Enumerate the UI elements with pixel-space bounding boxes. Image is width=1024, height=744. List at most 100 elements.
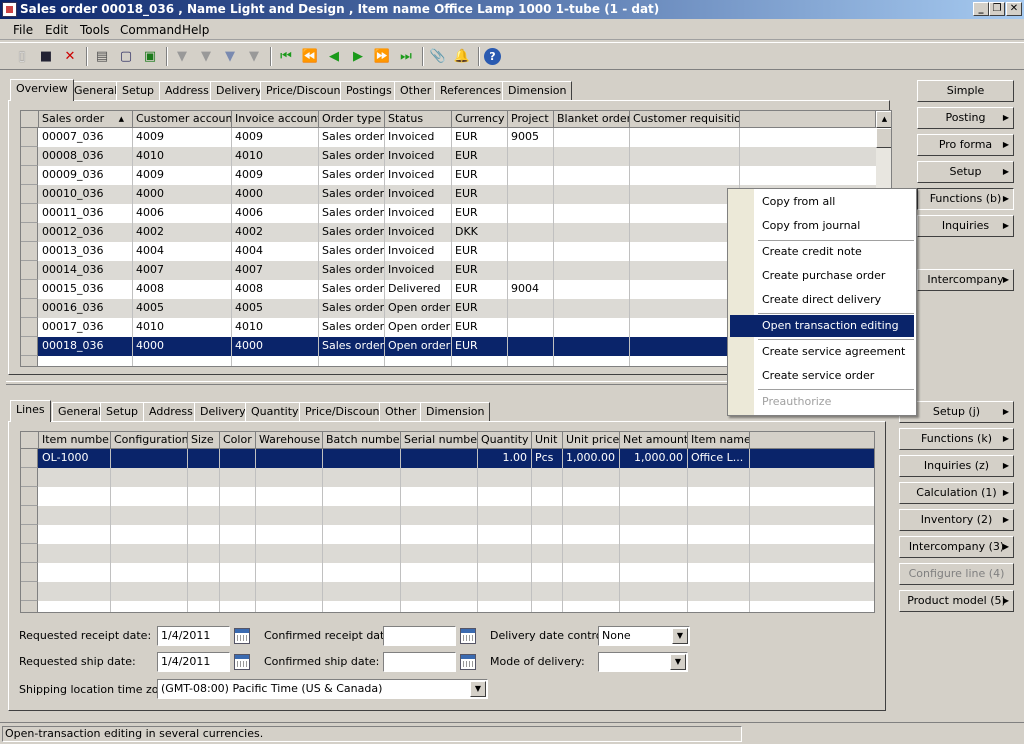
table-row[interactable]: 00007_036 4009 4009 Sales order Invoiced EUR 9… — [21, 128, 876, 147]
save-icon[interactable]: ■ — [36, 46, 56, 67]
menu-edit[interactable]: Edit — [45, 23, 68, 37]
title-bar[interactable]: Sales order 00018_036 , Name Light and D… — [0, 0, 1024, 19]
table-cell[interactable] — [256, 544, 323, 563]
table-cell[interactable] — [401, 487, 478, 506]
row-selector[interactable] — [21, 261, 38, 280]
table-cell[interactable] — [39, 525, 111, 544]
alert-icon[interactable]: 🔔 — [452, 46, 472, 67]
table-cell[interactable] — [188, 525, 220, 544]
scroll-up-button[interactable]: ▲ — [876, 111, 891, 128]
table-cell[interactable] — [478, 601, 532, 612]
calendar-icon[interactable] — [234, 628, 250, 644]
table-cell[interactable] — [39, 506, 111, 525]
table-cell[interactable]: Sales order — [319, 242, 385, 261]
table-cell[interactable] — [554, 223, 630, 242]
table-cell[interactable] — [220, 506, 256, 525]
tab-line-delivery[interactable]: Delivery — [194, 402, 252, 421]
row-selector[interactable] — [21, 601, 38, 612]
table-cell[interactable] — [563, 601, 620, 612]
new-icon[interactable]: ▯ — [12, 46, 32, 67]
table-cell[interactable] — [111, 563, 188, 582]
tab-line-other[interactable]: Other — [379, 402, 423, 421]
table-cell[interactable] — [401, 468, 478, 487]
product-model-button[interactable]: Product model (5) ▶ — [899, 590, 1014, 612]
column-header-size[interactable]: Size — [188, 432, 220, 449]
table-cell[interactable] — [323, 544, 401, 563]
column-header-unit-price[interactable]: Unit price — [563, 432, 620, 449]
table-cell[interactable] — [630, 280, 740, 299]
column-header-currency[interactable]: Currency — [452, 111, 508, 128]
table-cell[interactable]: Sales order — [319, 337, 385, 356]
tab-references[interactable]: References — [434, 81, 508, 100]
row-selector[interactable] — [21, 242, 38, 261]
table-cell[interactable] — [401, 525, 478, 544]
tab-line-address[interactable]: Address — [143, 402, 199, 421]
table-cell[interactable]: 00016_036 — [39, 299, 133, 318]
table-cell[interactable] — [620, 468, 688, 487]
table-cell[interactable]: 4002 — [133, 223, 232, 242]
table-cell[interactable]: Invoiced — [385, 242, 452, 261]
table-cell[interactable] — [620, 506, 688, 525]
menu-file[interactable]: File — [13, 23, 33, 37]
column-header-unit[interactable]: Unit — [532, 432, 563, 449]
table-cell[interactable] — [323, 487, 401, 506]
table-cell[interactable]: Sales order — [319, 128, 385, 147]
column-header-net-amount[interactable]: Net amount — [620, 432, 688, 449]
table-cell[interactable]: 4006 — [232, 204, 319, 223]
chevron-down-icon[interactable]: ▼ — [470, 681, 486, 697]
table-cell[interactable]: Sales order — [319, 318, 385, 337]
table-cell[interactable]: 9005 — [508, 128, 554, 147]
table-row[interactable] — [21, 544, 874, 563]
table-cell[interactable] — [111, 544, 188, 563]
table-cell[interactable] — [630, 242, 740, 261]
table-cell[interactable]: 4005 — [133, 299, 232, 318]
table-cell[interactable] — [630, 166, 740, 185]
table-cell[interactable] — [532, 582, 563, 601]
table-cell[interactable] — [39, 563, 111, 582]
chevron-down-icon[interactable]: ▼ — [670, 654, 686, 670]
table-cell[interactable] — [532, 487, 563, 506]
table-cell[interactable]: Open order — [385, 299, 452, 318]
table-cell[interactable]: 4009 — [232, 128, 319, 147]
table-row[interactable]: 00008_036 4010 4010 Sales order Invoiced EUR — [21, 147, 876, 166]
scroll-thumb[interactable] — [876, 128, 891, 148]
table-cell[interactable]: Sales order — [319, 261, 385, 280]
table-cell[interactable]: Sales order — [319, 185, 385, 204]
column-header-color[interactable]: Color — [220, 432, 256, 449]
table-cell[interactable] — [688, 544, 750, 563]
tab-dimension[interactable]: Dimension — [502, 81, 573, 100]
table-cell[interactable] — [532, 601, 563, 612]
column-header-quantity[interactable]: Quantity — [478, 432, 532, 449]
table-cell[interactable] — [563, 468, 620, 487]
table-cell[interactable] — [508, 185, 554, 204]
tab-setup[interactable]: Setup — [116, 81, 161, 100]
table-cell[interactable] — [563, 544, 620, 563]
table-cell[interactable] — [508, 261, 554, 280]
menu-item-copy-from-all[interactable]: Copy from all — [730, 191, 914, 213]
table-row[interactable] — [21, 601, 874, 612]
table-cell[interactable]: EUR — [452, 166, 508, 185]
next-page-icon[interactable]: ⏩ — [372, 46, 392, 67]
table-cell[interactable]: 4010 — [133, 318, 232, 337]
table-cell[interactable] — [508, 299, 554, 318]
table-cell[interactable] — [563, 563, 620, 582]
calendar-icon[interactable] — [460, 654, 476, 670]
table-cell[interactable] — [478, 506, 532, 525]
column-header-item-number[interactable]: Item number — [39, 432, 111, 449]
table-cell[interactable] — [630, 147, 740, 166]
print-icon[interactable]: ▤ — [92, 46, 112, 67]
table-cell[interactable]: 00010_036 — [39, 185, 133, 204]
advanced-filter-icon[interactable]: ▼ — [220, 46, 240, 67]
table-cell[interactable] — [323, 601, 401, 612]
table-cell[interactable] — [111, 525, 188, 544]
table-cell[interactable] — [256, 468, 323, 487]
help-icon[interactable]: ? — [484, 48, 501, 65]
menu-item-preauthorize[interactable]: Preauthorize — [730, 391, 914, 413]
filter-icon[interactable]: ▼ — [172, 46, 192, 67]
table-cell[interactable]: 4000 — [133, 337, 232, 356]
tab-line-price-discount[interactable]: Price/Discount — [299, 402, 390, 421]
table-cell[interactable]: Sales order — [319, 204, 385, 223]
tab-address[interactable]: Address — [159, 81, 215, 100]
table-cell[interactable]: Invoiced — [385, 223, 452, 242]
table-cell[interactable] — [508, 337, 554, 356]
